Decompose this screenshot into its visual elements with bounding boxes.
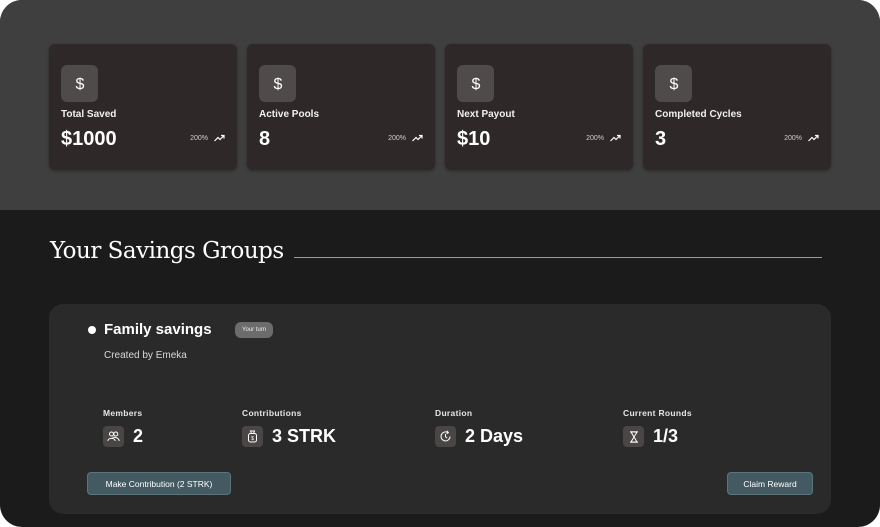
svg-text:$: $ — [251, 436, 254, 442]
meta-label: Duration — [435, 408, 473, 418]
hourglass-icon — [623, 426, 644, 447]
dollar-icon: $ — [61, 65, 98, 102]
trend-up-icon — [610, 134, 621, 142]
meta-contributions: Contributions $ 3 STRK — [242, 408, 336, 447]
stat-label: Total Saved — [61, 109, 117, 120]
group-creator: Created by Emeka — [104, 350, 187, 361]
stat-card-next-payout: $ Next Payout $10 200% — [445, 44, 633, 170]
savings-group-card: Family savings Your turn Created by Emek… — [49, 304, 831, 514]
meta-label: Members — [103, 408, 143, 418]
stats-band: $ Total Saved $1000 200% $ Active Pools … — [0, 0, 880, 210]
group-name: Family savings — [104, 321, 212, 338]
stat-trend: 200% — [190, 134, 225, 142]
dollar-icon: $ — [457, 65, 494, 102]
trend-up-icon — [808, 134, 819, 142]
meta-duration: Duration 2 Days — [435, 408, 523, 447]
meta-current-rounds: Current Rounds 1/3 — [623, 408, 692, 447]
meta-members: Members 2 — [103, 408, 143, 447]
app-frame: $ Total Saved $1000 200% $ Active Pools … — [0, 0, 880, 527]
stat-label: Completed Cycles — [655, 109, 742, 120]
make-contribution-button[interactable]: Make Contribution (2 STRK) — [87, 472, 231, 495]
meta-value: 1/3 — [653, 426, 679, 446]
stat-value: 3 — [655, 128, 667, 150]
trend-up-icon — [412, 134, 423, 142]
trend-up-icon — [214, 134, 225, 142]
wallet-icon: $ — [242, 426, 263, 447]
meta-value: 3 STRK — [272, 426, 337, 446]
stat-card-total-saved: $ Total Saved $1000 200% — [49, 44, 237, 170]
clock-icon — [435, 426, 456, 447]
your-turn-badge: Your turn — [235, 322, 274, 338]
svg-text:$: $ — [669, 76, 678, 93]
stat-card-completed-cycles: $ Completed Cycles 3 200% — [643, 44, 831, 170]
stat-trend: 200% — [388, 134, 423, 142]
claim-reward-button[interactable]: Claim Reward — [727, 472, 813, 495]
trend-percent: 200% — [388, 134, 406, 142]
stat-trend: 200% — [586, 134, 621, 142]
meta-label: Contributions — [242, 408, 302, 418]
stat-value: 8 — [259, 128, 271, 150]
stat-label: Next Payout — [457, 109, 515, 120]
trend-percent: 200% — [784, 134, 802, 142]
members-icon — [103, 426, 124, 447]
stat-trend: 200% — [784, 134, 819, 142]
stat-card-active-pools: $ Active Pools 8 200% — [247, 44, 435, 170]
svg-text:$: $ — [471, 76, 480, 93]
trend-percent: 200% — [586, 134, 604, 142]
meta-label: Current Rounds — [623, 408, 692, 418]
stat-value: $10 — [457, 128, 491, 150]
dollar-icon: $ — [655, 65, 692, 102]
svg-text:$: $ — [273, 76, 282, 93]
trend-percent: 200% — [190, 134, 208, 142]
dollar-icon: $ — [259, 65, 296, 102]
section-title: Your Savings Groups — [50, 238, 284, 264]
section-divider — [294, 257, 822, 258]
stat-label: Active Pools — [259, 109, 320, 120]
meta-value: 2 — [133, 426, 144, 446]
meta-value: 2 Days — [465, 426, 524, 446]
svg-text:$: $ — [75, 76, 84, 93]
status-dot — [88, 326, 96, 334]
stat-value: $1000 — [61, 128, 117, 150]
